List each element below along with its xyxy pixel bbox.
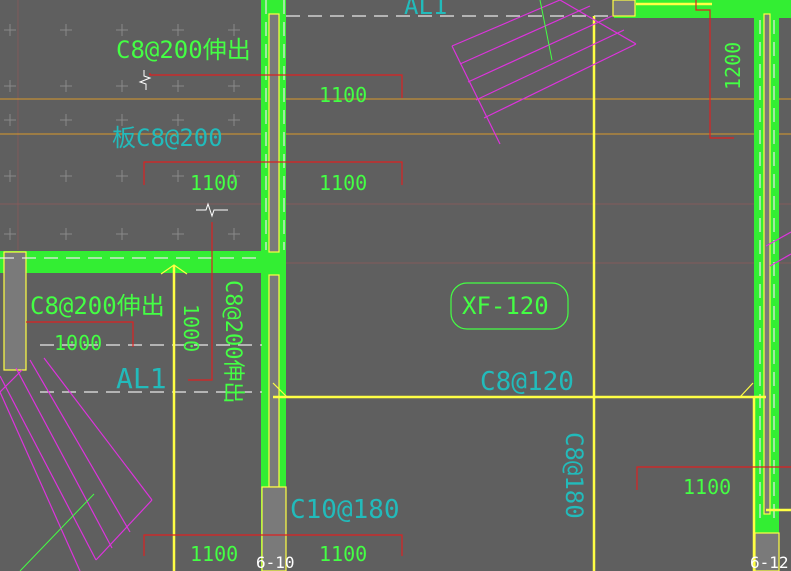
dim-1000-left: 1000 xyxy=(54,331,102,355)
column-top-right xyxy=(612,0,636,17)
rebar-label-c8-180-vertical: C8@180 xyxy=(560,432,588,519)
dim-1100-right: 1100 xyxy=(683,475,731,499)
column-core-left-wall xyxy=(268,13,280,253)
column-right-core xyxy=(763,13,771,515)
dimension-brackets xyxy=(26,0,791,556)
dim-1100-bottom-left: 1100 xyxy=(190,542,238,566)
column-left-edge xyxy=(3,251,27,371)
dim-1100-mid-left: 1100 xyxy=(190,171,238,195)
dim-1100-bottom-right: 1100 xyxy=(319,542,367,566)
axis-label-6-12: 6-12 xyxy=(750,553,789,571)
dim-bracket-vertical xyxy=(188,222,213,381)
rebar-label-c10-180: C10@180 xyxy=(290,495,400,525)
wall-horizontal-left xyxy=(0,251,286,273)
dim-1100-mid-right: 1100 xyxy=(319,171,367,195)
beam-corner-ticks xyxy=(160,264,754,398)
rebar-label-c8-200-ext-vertical: C8@200伸出 xyxy=(220,280,245,403)
axis-label-6-10: 6-10 xyxy=(256,553,295,571)
slab-tag-label: XF-120 xyxy=(462,292,549,320)
beam-label-al1-left: AL1 xyxy=(116,362,167,395)
rebar-label-c8-200-ext-left: C8@200伸出 xyxy=(30,292,165,320)
structural-floor-plan: AL1 AL1 板C8@200 C8@120 C10@180 C8@180 C8… xyxy=(0,0,791,571)
cad-drawing-canvas[interactable]: AL1 AL1 板C8@200 C8@120 C10@180 C8@180 C8… xyxy=(0,0,791,571)
wall-right-gap xyxy=(767,0,791,10)
beam-label-al1-top: AL1 xyxy=(404,0,447,20)
rebar-label-c8-120: C8@120 xyxy=(480,367,574,397)
dim-1100-top: 1100 xyxy=(319,83,367,107)
dim-1200-vertical: 1200 xyxy=(721,42,745,90)
dim-1000-vertical: 1000 xyxy=(179,304,203,352)
rebar-label-c8-200-ext-top: C8@200伸出 xyxy=(116,36,251,64)
rebar-label-cyan-slab: 板C8@200 xyxy=(112,124,223,152)
column-core-left-lower xyxy=(268,274,280,488)
